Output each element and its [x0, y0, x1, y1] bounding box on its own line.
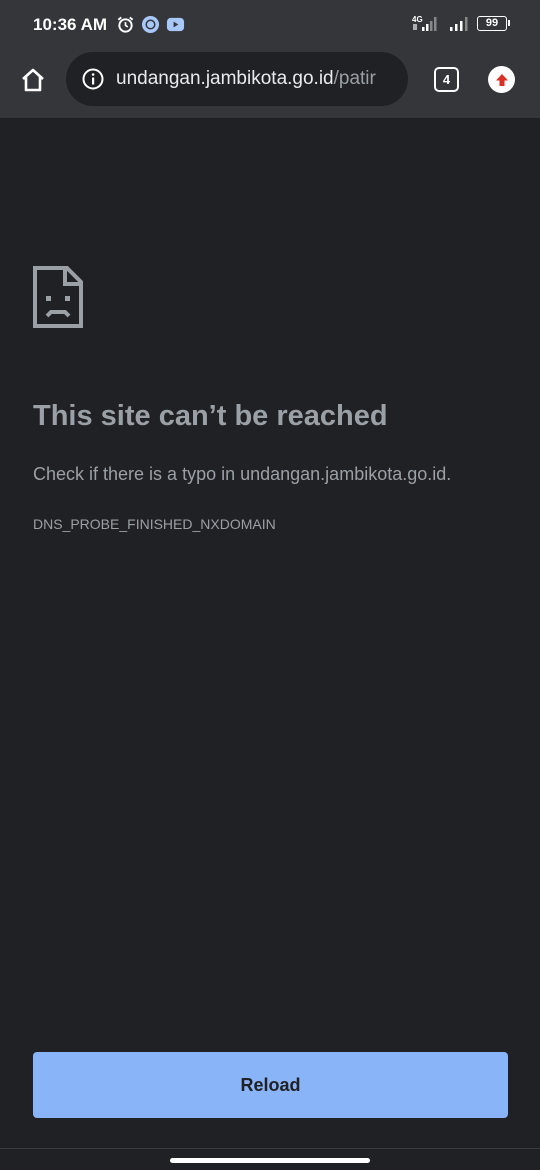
tab-switcher-button[interactable]: 4: [434, 67, 459, 92]
error-title: This site can’t be reached: [33, 400, 388, 432]
reload-button[interactable]: Reload: [33, 1052, 508, 1118]
notification-icons: [116, 15, 185, 34]
home-icon: [22, 68, 44, 92]
url-host: undangan.jambikota.go.id: [116, 68, 334, 89]
status-bar: 10:36 AM 4G 99: [0, 0, 540, 48]
url-path: /patir: [333, 68, 376, 89]
info-icon[interactable]: [82, 68, 104, 90]
address-bar[interactable]: undangan.jambikota.go.id/patir: [66, 52, 408, 106]
home-indicator[interactable]: [170, 1158, 370, 1163]
update-button[interactable]: [488, 66, 515, 93]
battery-level: 99: [485, 17, 499, 29]
youtube-icon: [166, 17, 185, 32]
error-code: DNS_PROBE_FINISHED_NXDOMAIN: [33, 516, 276, 532]
browser-toolbar: undangan.jambikota.go.id/patir 4: [0, 48, 540, 118]
signal-icon: [450, 17, 468, 31]
tab-count: 4: [442, 72, 451, 87]
update-arrow-icon: [495, 73, 508, 86]
home-button[interactable]: [17, 64, 49, 96]
error-description: Check if there is a typo in undangan.jam…: [33, 464, 452, 484]
sad-page-icon: [33, 266, 83, 328]
messenger-icon: [141, 15, 160, 34]
reload-label: Reload: [240, 1074, 301, 1095]
system-icons: 4G 99: [411, 14, 510, 32]
alarm-icon: [117, 16, 134, 33]
status-time: 10:36 AM: [33, 15, 108, 34]
svg-text:4G: 4G: [412, 15, 423, 24]
navigation-bar: [0, 1148, 540, 1170]
signal-4g-icon: 4G: [412, 15, 437, 31]
url-text[interactable]: undangan.jambikota.go.id/patir: [116, 68, 376, 90]
battery-icon: 99: [477, 15, 510, 31]
